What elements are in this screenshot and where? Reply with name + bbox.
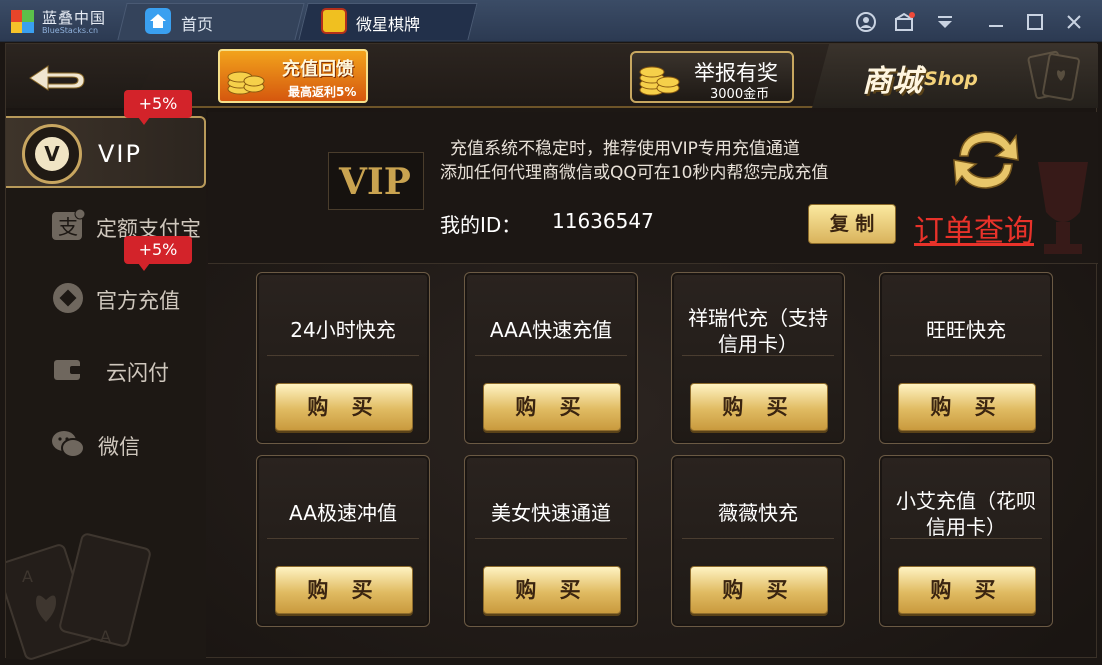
- bluestacks-logo-icon: [8, 6, 38, 36]
- buy-button[interactable]: 购 买: [483, 383, 621, 431]
- recharge-card: 美女快速通道 购 买: [464, 455, 638, 627]
- my-id-label: 我的ID：: [440, 213, 522, 237]
- buy-button[interactable]: 购 买: [483, 566, 621, 614]
- notice-line-2: 添加任何代理商微信或QQ可在10秒内帮您完成充值: [440, 163, 829, 183]
- sidebar-item-label: 微信: [98, 435, 140, 459]
- card-title: 小艾充值（花呗: [896, 489, 1036, 513]
- card-title: 美女快速通道: [491, 501, 611, 525]
- close-icon[interactable]: [1063, 11, 1085, 33]
- playing-cards-icon: [1027, 50, 1080, 101]
- tab-game-label[interactable]: 微星棋牌: [356, 11, 420, 35]
- playing-cards-decoration-icon: A A: [6, 533, 151, 660]
- vip-logo: VIP: [328, 152, 424, 210]
- order-query-link[interactable]: 订单查询: [914, 206, 1034, 250]
- shop-title-cn: 商城: [862, 64, 922, 99]
- recharge-card: AA极速冲值 购 买: [256, 455, 430, 627]
- wallet-icon: [54, 360, 82, 380]
- buy-button[interactable]: 购 买: [275, 566, 413, 614]
- tab-home-label[interactable]: 首页: [181, 11, 213, 35]
- recharge-card: 祥瑞代充（支持 信用卡） 购 买: [671, 272, 845, 444]
- sidebar-item-label: 云闪付: [106, 361, 169, 385]
- app-subname: BlueStacks.cn: [42, 26, 99, 35]
- sidebar-item-cloud-quickpass[interactable]: 云闪付: [6, 334, 206, 406]
- home-icon: [145, 8, 171, 34]
- card-title: 旺旺快充: [926, 318, 1006, 342]
- card-title-line2: 信用卡）: [926, 515, 1006, 539]
- payment-sidebar: V VIP +5% 支 定额支付宝 +5% 官方充值 云闪付 微信 A A: [6, 90, 206, 660]
- bonus-tag: +5%: [124, 90, 192, 125]
- back-arrow-icon: [29, 65, 85, 91]
- card-title: 薇薇快充: [718, 501, 798, 525]
- recharge-reward-banner[interactable]: 充值回馈 最高返利5%: [218, 49, 368, 103]
- game-screen: 充值回馈 最高返利5% 举报有奖 3000金币 商城 Shop V VIP +5…: [5, 43, 1098, 660]
- maximize-icon[interactable]: [1024, 11, 1046, 33]
- game-app-icon: [321, 8, 347, 34]
- official-recharge-icon: [53, 283, 83, 313]
- copy-id-button[interactable]: 复 制: [808, 204, 896, 244]
- card-title: 24小时快充: [290, 318, 396, 342]
- buy-button[interactable]: 购 买: [690, 383, 828, 431]
- sidebar-item-label: 官方充值: [96, 289, 180, 313]
- buy-button[interactable]: 购 买: [898, 383, 1036, 431]
- card-title: AAA快速充值: [489, 318, 613, 342]
- card-title-line2: 信用卡）: [718, 332, 798, 356]
- buy-button[interactable]: 购 买: [690, 566, 828, 614]
- vip-info-panel: VIP 充值系统不稳定时，推荐使用VIP专用充值通道 添加任何代理商微信或QQ可…: [208, 112, 1098, 264]
- report-subtitle: 3000金币: [710, 87, 770, 102]
- minimize-icon[interactable]: [985, 11, 1007, 33]
- coins-icon: [639, 66, 680, 96]
- wechat-icon: [52, 431, 85, 458]
- recharge-card: 旺旺快充 购 买: [879, 272, 1053, 444]
- card-title: 祥瑞代充（支持: [688, 306, 828, 330]
- trophy-decoration-icon: [1038, 162, 1088, 254]
- card-title: AA极速冲值: [289, 501, 397, 525]
- my-id-value: 11636547: [552, 209, 654, 233]
- recharge-card: AAA快速充值 购 买: [464, 272, 638, 444]
- notice-line-1: 充值系统不稳定时，推荐使用VIP专用充值通道: [450, 139, 800, 159]
- shop-button[interactable]: 商城 Shop: [812, 44, 1098, 108]
- sidebar-item-wechat[interactable]: 微信: [6, 408, 206, 480]
- app-name: 蓝叠中国: [42, 9, 107, 27]
- recharge-card: 小艾充值（花呗 信用卡） 购 买: [879, 455, 1053, 627]
- promo-title: 充值回馈: [282, 59, 354, 80]
- sidebar-item-vip[interactable]: V VIP: [6, 116, 206, 188]
- alipay-icon: 支: [52, 208, 86, 240]
- coins-icon: [227, 71, 265, 95]
- refresh-icon[interactable]: [948, 122, 1024, 198]
- report-reward-banner[interactable]: 举报有奖 3000金币: [630, 51, 794, 103]
- svg-text:A: A: [22, 567, 33, 586]
- sidebar-item-label: VIP: [98, 140, 142, 168]
- account-icon[interactable]: [855, 11, 877, 33]
- buy-button[interactable]: 购 买: [898, 566, 1036, 614]
- dropdown-menu-icon[interactable]: [934, 11, 956, 33]
- recharge-card: 薇薇快充 购 买: [671, 455, 845, 627]
- recharge-card: 24小时快充 购 买: [256, 272, 430, 444]
- promo-subtitle: 最高返利5%: [288, 85, 357, 99]
- bonus-tag: +5%: [124, 236, 192, 271]
- svg-text:A: A: [100, 627, 111, 646]
- window-titlebar: 蓝叠中国 BlueStacks.cn 首页 微星棋牌: [0, 0, 1102, 42]
- shop-title-en: Shop: [924, 68, 978, 90]
- vip-badge-icon: V: [22, 124, 82, 184]
- buy-button[interactable]: 购 买: [275, 383, 413, 431]
- svg-text:支: 支: [58, 215, 78, 239]
- sidebar-item-official-recharge[interactable]: 官方充值: [6, 262, 206, 334]
- gift-icon[interactable]: [893, 11, 915, 33]
